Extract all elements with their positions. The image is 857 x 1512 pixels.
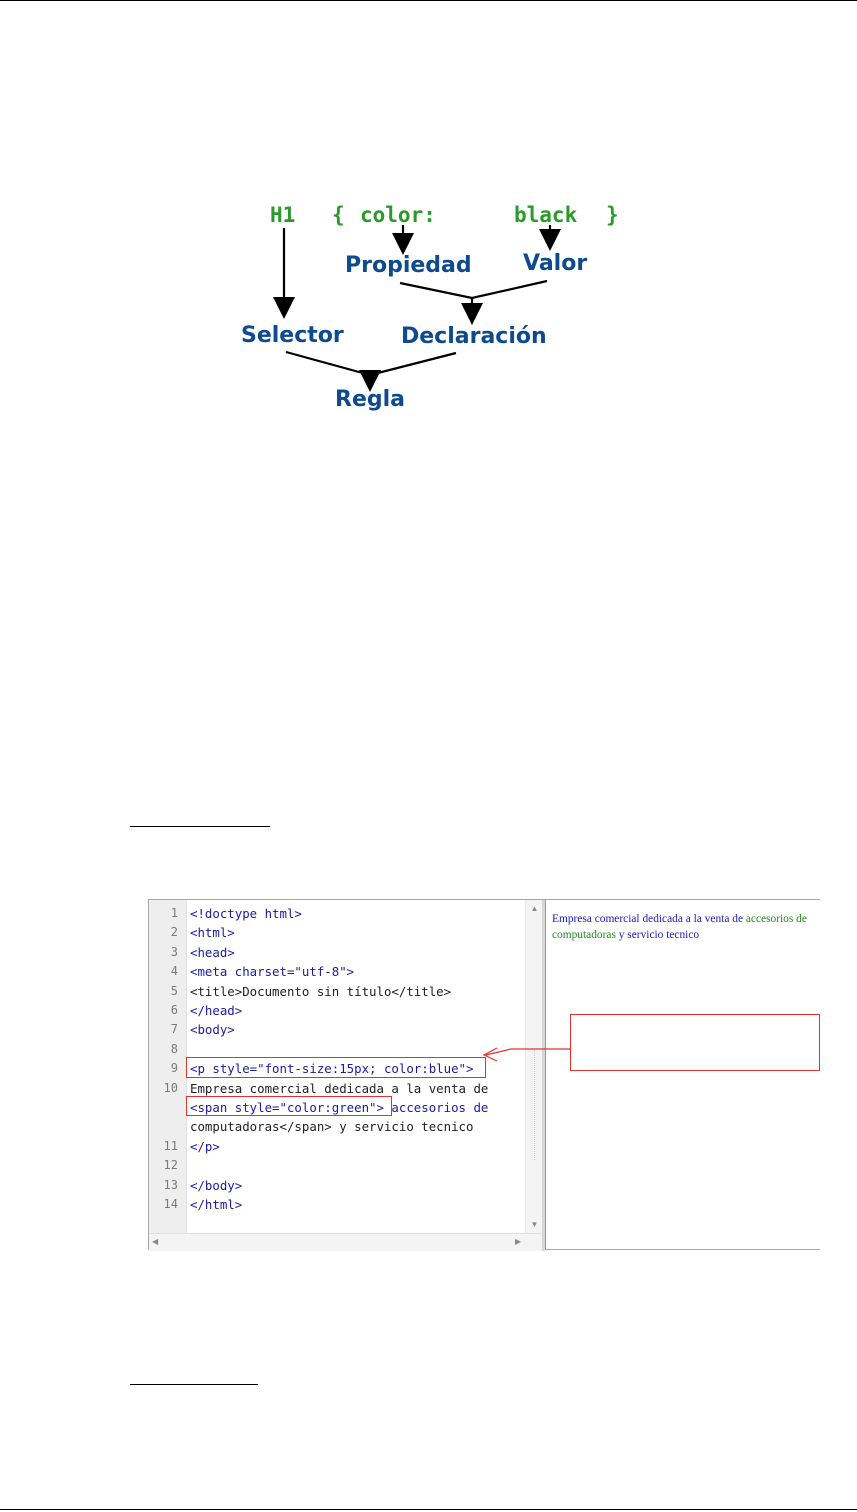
code-line: <!doctype html> (190, 906, 302, 921)
code-line: </p> (190, 1138, 220, 1154)
code-value: black (514, 203, 578, 227)
scroll-down-icon[interactable]: ▼ (526, 1220, 543, 1229)
code-open-brace: { (332, 203, 345, 227)
label-selector: Selector (241, 323, 344, 348)
code-line: </body> (190, 1177, 243, 1193)
line-number: 3 (170, 944, 178, 959)
code-line: <head> (190, 944, 235, 960)
line-number: 12 (163, 1158, 178, 1173)
vertical-scrollbar[interactable]: ▲ ▼ (525, 900, 543, 1233)
line-number: 7 (170, 1022, 178, 1037)
line-number: 11 (163, 1138, 178, 1153)
scroll-track (534, 1050, 535, 1160)
underline-blank-1 (130, 826, 270, 827)
code-line: <body> (190, 1022, 235, 1038)
code-line: </head> (190, 1003, 243, 1018)
scroll-right-icon[interactable]: ▶ (515, 1237, 521, 1246)
line-number: 9 (170, 1061, 178, 1076)
highlight-span-tag (186, 1096, 392, 1116)
line-number: 4 (170, 964, 178, 979)
code-line: </html> (190, 1197, 243, 1212)
line-number: 13 (163, 1177, 178, 1192)
scroll-left-icon[interactable]: ◀ (152, 1237, 158, 1246)
preview-paragraph: Empresa comercial dedicada a la venta de… (552, 911, 816, 943)
highlight-p-tag (186, 1057, 486, 1078)
line-number: 8 (170, 1041, 178, 1056)
label-propiedad: Propiedad (345, 253, 472, 278)
code-line: <html> (190, 925, 235, 941)
live-preview-pane: Empresa comercial dedicada a la venta de… (545, 900, 820, 1249)
code-line: <meta charset="utf-8"> (190, 964, 355, 980)
line-number: 2 (170, 925, 178, 940)
line-number: 6 (170, 1003, 178, 1017)
code-property: color: (360, 203, 436, 227)
editor-screenshot: 1 2 3 4 5 6 7 8 9 10 11 12 13 14 <!docty… (148, 899, 820, 1251)
code-line: <title>Documento sin título</title> (190, 983, 452, 999)
underline-blank-2 (130, 1384, 258, 1385)
preview-text-blue: Empresa comercial dedicada a la venta de (552, 913, 744, 925)
label-regla: Regla (335, 387, 405, 412)
line-number: 10 (163, 1080, 178, 1095)
css-rule-diagram: H1 { color: black } Propiedad Valor Sele… (241, 203, 619, 412)
line-number: 14 (163, 1197, 178, 1211)
line-number: 1 (170, 906, 178, 920)
line-number: 5 (170, 983, 178, 998)
code-line: computadoras</span> y servicio tecnico (190, 1119, 474, 1135)
code-pane[interactable]: 1 2 3 4 5 6 7 8 9 10 11 12 13 14 <!docty… (149, 900, 543, 1251)
code-selector: H1 (270, 203, 295, 227)
diagram-connectors (273, 225, 561, 392)
code-close-brace: } (606, 203, 619, 227)
bottom-rule (0, 1509, 857, 1510)
horizontal-scrollbar[interactable]: ◀ ▶ (149, 1233, 542, 1251)
preview-text-blue-end: y servicio tecnico (618, 929, 700, 941)
scroll-up-icon[interactable]: ▲ (526, 904, 543, 913)
label-declaracion: Declaración (401, 324, 547, 349)
label-valor: Valor (523, 251, 587, 276)
callout-box (570, 1014, 820, 1071)
